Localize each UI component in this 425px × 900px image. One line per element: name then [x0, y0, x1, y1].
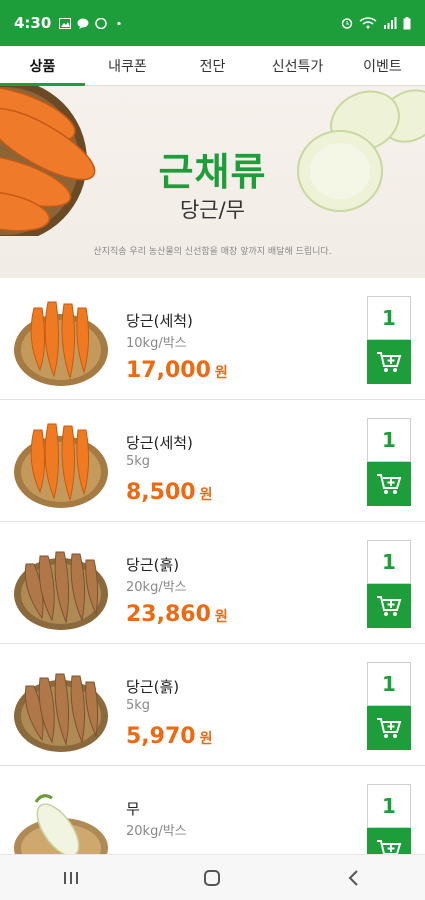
banner-subtitle: 당근/무: [179, 198, 246, 222]
image-icon: [59, 17, 72, 29]
product-name: 당근(세척): [126, 434, 193, 452]
quantity-input[interactable]: 1: [367, 296, 411, 340]
battery-icon: [403, 16, 411, 29]
quantity-input[interactable]: 1: [367, 418, 411, 462]
tab-fresh-deals[interactable]: 신선특가: [255, 46, 340, 85]
price-unit: 원: [199, 731, 213, 747]
price-value: 23,860: [126, 602, 211, 627]
product-row[interactable]: 당근(세척) 5kg 8,500 원 1: [0, 400, 425, 522]
home-icon: [204, 869, 221, 886]
product-name: 무: [126, 800, 140, 818]
quantity-input[interactable]: 1: [367, 540, 411, 584]
cart-add-icon: [377, 352, 402, 372]
wifi-calling-icon: [359, 17, 377, 29]
add-to-cart-button[interactable]: [367, 462, 411, 506]
cart-add-icon: [377, 596, 402, 616]
product-name: 당근(세척): [126, 312, 193, 330]
back-icon: [348, 869, 358, 886]
product-spec: 20kg/박스: [126, 580, 187, 595]
product-spec: 10kg/박스: [126, 336, 187, 351]
product-price: 8,500 원: [126, 480, 212, 505]
banner-title: 근채류: [158, 150, 267, 194]
price-unit: 원: [214, 365, 228, 381]
product-name: 당근(흙): [126, 678, 180, 696]
category-banner: 근채류 당근/무 산지직송 우리 농산물의 신선함을 매장 앞까지 배달해 드립…: [0, 86, 425, 278]
price-value: 17,000: [126, 358, 211, 383]
product-row[interactable]: 당근(세척) 10kg/박스 17,000 원 1: [0, 278, 425, 400]
price-value: 8,500: [126, 480, 196, 505]
app-notification-icon: [95, 17, 108, 29]
tab-products[interactable]: 상품: [0, 46, 85, 86]
recent-apps-button[interactable]: [41, 855, 101, 900]
quantity-input[interactable]: 1: [367, 784, 411, 828]
product-spec: 20kg/박스: [126, 824, 187, 839]
tab-events[interactable]: 이벤트: [340, 46, 425, 85]
dot-icon: [117, 21, 121, 25]
add-to-cart-button[interactable]: [367, 706, 411, 750]
tab-my-coupons[interactable]: 내쿠폰: [85, 46, 170, 85]
home-button[interactable]: [182, 855, 242, 900]
washed-carrot-basket-image: [14, 423, 108, 508]
washed-carrot-basket-image: [14, 301, 108, 386]
product-spec: 5kg: [126, 454, 151, 469]
product-price: 23,860 원: [126, 602, 228, 627]
category-tabs: 상품 내쿠폰 전단 신선특가 이벤트: [0, 46, 425, 86]
price-unit: 원: [199, 487, 213, 503]
quantity-input[interactable]: 1: [367, 662, 411, 706]
cart-add-icon: [377, 840, 402, 854]
cart-add-icon: [377, 718, 402, 738]
product-row[interactable]: 당근(흙) 20kg/박스 23,860 원 1: [0, 522, 425, 644]
product-spec: 5kg: [126, 698, 151, 713]
product-list: 당근(세척) 10kg/박스 17,000 원 1 당근(세척) 5kg 8,50…: [0, 278, 425, 854]
status-notification-icons: [59, 17, 125, 29]
banner-description: 산지직송 우리 농산물의 신선함을 매장 앞까지 배달해 드립니다.: [93, 247, 332, 257]
price-unit: 원: [214, 609, 228, 625]
product-row[interactable]: 당근(흙) 5kg 5,970 원 1: [0, 644, 425, 766]
lte-signal-icon: [384, 17, 397, 29]
status-time: 4:30: [14, 14, 52, 32]
tab-flyer[interactable]: 전단: [170, 46, 255, 85]
soil-carrot-basket-image: [14, 673, 108, 752]
system-navigation-bar: [0, 854, 425, 900]
add-to-cart-button[interactable]: [367, 828, 411, 854]
product-price: 17,000 원: [126, 358, 228, 383]
back-button[interactable]: [324, 855, 384, 900]
status-bar: 4:30: [0, 0, 425, 46]
product-name: 당근(흙): [126, 556, 180, 574]
recent-apps-icon: [63, 871, 78, 884]
add-to-cart-button[interactable]: [367, 340, 411, 384]
alarm-icon: [341, 18, 353, 29]
product-row[interactable]: 무 20kg/박스 1: [0, 766, 425, 854]
cart-add-icon: [377, 474, 402, 494]
chat-icon: [77, 18, 89, 29]
soil-carrot-basket-image: [14, 551, 108, 630]
add-to-cart-button[interactable]: [367, 584, 411, 628]
radish-basket-image: [14, 794, 108, 854]
price-value: 5,970: [126, 724, 196, 749]
status-system-icons: [341, 16, 411, 30]
product-price: 5,970 원: [126, 724, 212, 749]
